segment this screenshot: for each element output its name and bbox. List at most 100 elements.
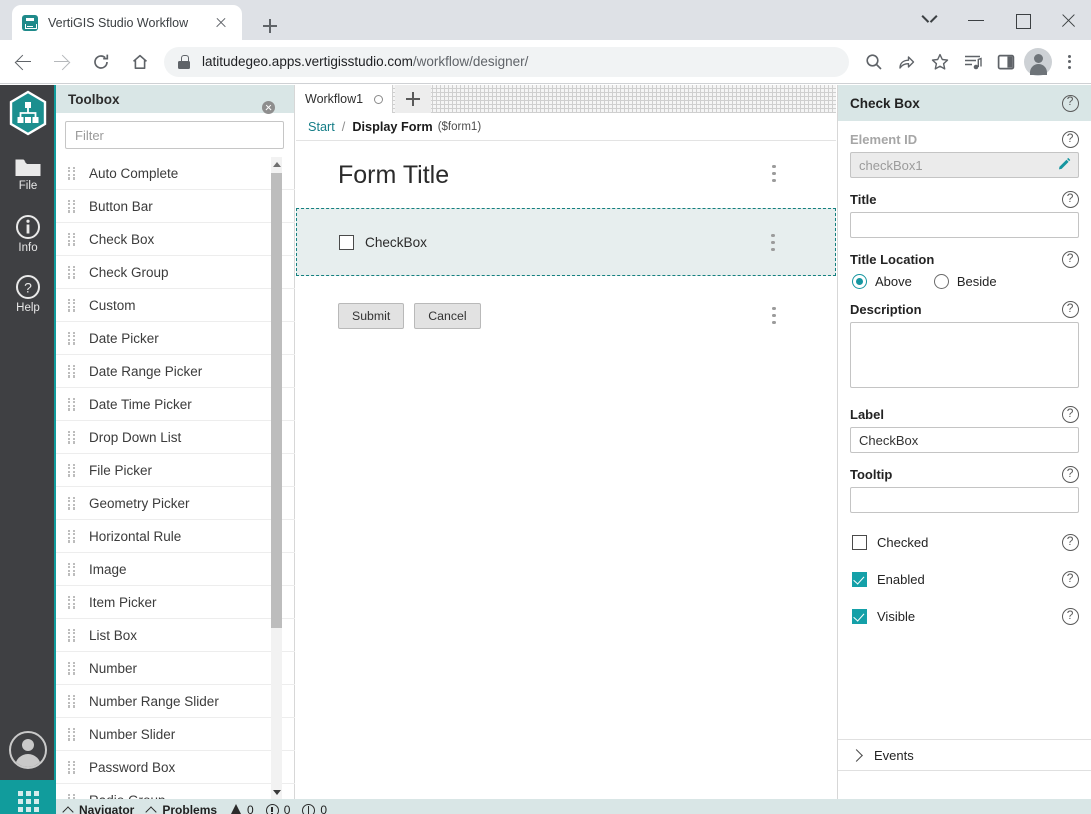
help-circle-icon[interactable] bbox=[1062, 406, 1079, 423]
close-icon[interactable] bbox=[1045, 0, 1091, 40]
side-panel-icon[interactable] bbox=[991, 47, 1021, 77]
info-count[interactable]: 0 bbox=[302, 803, 327, 814]
profile-avatar-icon[interactable] bbox=[1024, 47, 1052, 76]
help-circle-icon[interactable] bbox=[1062, 94, 1079, 112]
drag-handle-icon[interactable] bbox=[68, 298, 76, 312]
navigator-toggle[interactable]: Navigator bbox=[62, 803, 134, 814]
list-item[interactable]: Date Time Picker bbox=[56, 388, 295, 421]
checked-checkbox[interactable] bbox=[852, 535, 867, 550]
list-item[interactable]: Number bbox=[56, 652, 295, 685]
help-circle-icon[interactable] bbox=[1062, 251, 1079, 268]
chevron-down-icon[interactable] bbox=[907, 0, 953, 40]
kebab-menu-icon[interactable] bbox=[1055, 47, 1083, 77]
scroll-up-icon[interactable] bbox=[271, 157, 282, 170]
drag-handle-icon[interactable] bbox=[68, 265, 76, 279]
list-item[interactable]: Geometry Picker bbox=[56, 487, 295, 520]
list-item[interactable]: List Box bbox=[56, 619, 295, 652]
maximize-icon[interactable] bbox=[999, 0, 1045, 40]
vertigis-workflow-logo[interactable] bbox=[4, 89, 52, 137]
drag-handle-icon[interactable] bbox=[68, 628, 76, 642]
drag-handle-icon[interactable] bbox=[68, 595, 76, 609]
events-section[interactable]: Events bbox=[838, 739, 1091, 771]
list-item[interactable]: Custom bbox=[56, 289, 295, 322]
reading-list-icon[interactable] bbox=[958, 47, 988, 77]
help-circle-icon[interactable] bbox=[1062, 571, 1079, 588]
address-bar[interactable]: latitudegeo.apps.vertigisstudio.com/work… bbox=[164, 46, 849, 77]
help-circle-icon[interactable] bbox=[1062, 608, 1079, 625]
list-item[interactable]: Number Range Slider bbox=[56, 685, 295, 718]
drag-handle-icon[interactable] bbox=[68, 199, 76, 213]
help-circle-icon[interactable] bbox=[1062, 131, 1079, 148]
visible-checkbox[interactable] bbox=[852, 609, 867, 624]
sidebar-item-help[interactable]: ? Help bbox=[0, 265, 56, 323]
breadcrumb-root[interactable]: Start bbox=[308, 120, 335, 134]
share-icon[interactable] bbox=[892, 47, 922, 77]
drag-handle-icon[interactable] bbox=[68, 232, 76, 246]
pencil-icon[interactable] bbox=[1057, 157, 1072, 172]
search-icon[interactable] bbox=[859, 47, 889, 77]
plus-icon[interactable] bbox=[256, 12, 284, 40]
filter-input[interactable] bbox=[65, 121, 284, 149]
sidebar-item-info[interactable]: Info bbox=[0, 205, 56, 263]
form-element-checkbox[interactable]: CheckBox bbox=[296, 208, 836, 276]
scrollbar-thumb[interactable] bbox=[271, 173, 282, 628]
warning-count[interactable]: 0 bbox=[265, 803, 290, 814]
list-item[interactable]: Horizontal Rule bbox=[56, 520, 295, 553]
cancel-button[interactable]: Cancel bbox=[414, 303, 481, 329]
list-item[interactable]: File Picker bbox=[56, 454, 295, 487]
drag-handle-icon[interactable] bbox=[68, 727, 76, 741]
tab-workflow1[interactable]: Workflow1 bbox=[296, 85, 393, 113]
radio-beside[interactable] bbox=[933, 274, 949, 289]
help-circle-icon[interactable] bbox=[1062, 191, 1079, 208]
description-field[interactable] bbox=[850, 322, 1079, 388]
list-item[interactable]: Date Range Picker bbox=[56, 355, 295, 388]
vertical-dots-icon[interactable] bbox=[766, 233, 780, 253]
user-avatar-icon[interactable] bbox=[9, 731, 47, 769]
drag-handle-icon[interactable] bbox=[68, 430, 76, 444]
back-arrow-icon[interactable] bbox=[7, 46, 39, 78]
list-item[interactable]: Button Bar bbox=[56, 190, 295, 223]
title-field[interactable] bbox=[850, 212, 1079, 238]
enabled-checkbox[interactable] bbox=[852, 572, 867, 587]
reload-icon[interactable] bbox=[85, 46, 117, 78]
list-item[interactable]: Image bbox=[56, 553, 295, 586]
drag-handle-icon[interactable] bbox=[68, 496, 76, 510]
list-item[interactable]: Password Box bbox=[56, 751, 295, 784]
star-icon[interactable] bbox=[925, 47, 955, 77]
tooltip-field[interactable] bbox=[850, 487, 1079, 513]
list-item[interactable]: Check Box bbox=[56, 223, 295, 256]
vertical-dots-icon[interactable] bbox=[767, 306, 781, 326]
error-count[interactable]: 0 bbox=[230, 803, 254, 814]
drag-handle-icon[interactable] bbox=[68, 694, 76, 708]
submit-button[interactable]: Submit bbox=[338, 303, 405, 329]
home-icon[interactable] bbox=[124, 46, 156, 78]
list-item[interactable]: Drop Down List bbox=[56, 421, 295, 454]
help-circle-icon[interactable] bbox=[1062, 466, 1079, 483]
minimize-icon[interactable] bbox=[953, 0, 999, 40]
plus-icon[interactable] bbox=[395, 85, 431, 113]
help-circle-icon[interactable] bbox=[1062, 534, 1079, 551]
checkbox-icon[interactable] bbox=[339, 234, 354, 250]
close-icon[interactable] bbox=[210, 12, 232, 34]
drag-handle-icon[interactable] bbox=[68, 397, 76, 411]
toolbox-scrollbar[interactable] bbox=[271, 157, 282, 799]
help-circle-icon[interactable] bbox=[1062, 301, 1079, 318]
radio-above[interactable] bbox=[852, 274, 867, 289]
list-item[interactable]: Number Slider bbox=[56, 718, 295, 751]
app-grid-icon[interactable] bbox=[0, 780, 56, 814]
list-item[interactable]: Date Picker bbox=[56, 322, 295, 355]
browser-tab-active[interactable]: VertiGIS Studio Workflow bbox=[12, 5, 242, 40]
clear-circle-icon[interactable] bbox=[262, 101, 275, 114]
drag-handle-icon[interactable] bbox=[68, 463, 76, 477]
drag-handle-icon[interactable] bbox=[68, 166, 76, 180]
problems-toggle[interactable]: Problems bbox=[145, 803, 217, 814]
list-item[interactable]: Item Picker bbox=[56, 586, 295, 619]
forward-arrow-icon[interactable] bbox=[46, 46, 78, 78]
list-item[interactable]: Auto Complete bbox=[56, 157, 295, 190]
drag-handle-icon[interactable] bbox=[68, 760, 76, 774]
sidebar-item-file[interactable]: File bbox=[0, 145, 56, 203]
drag-handle-icon[interactable] bbox=[68, 562, 76, 576]
list-item[interactable]: Radio Group bbox=[56, 784, 295, 799]
list-item[interactable]: Check Group bbox=[56, 256, 295, 289]
label-field[interactable] bbox=[850, 427, 1079, 453]
